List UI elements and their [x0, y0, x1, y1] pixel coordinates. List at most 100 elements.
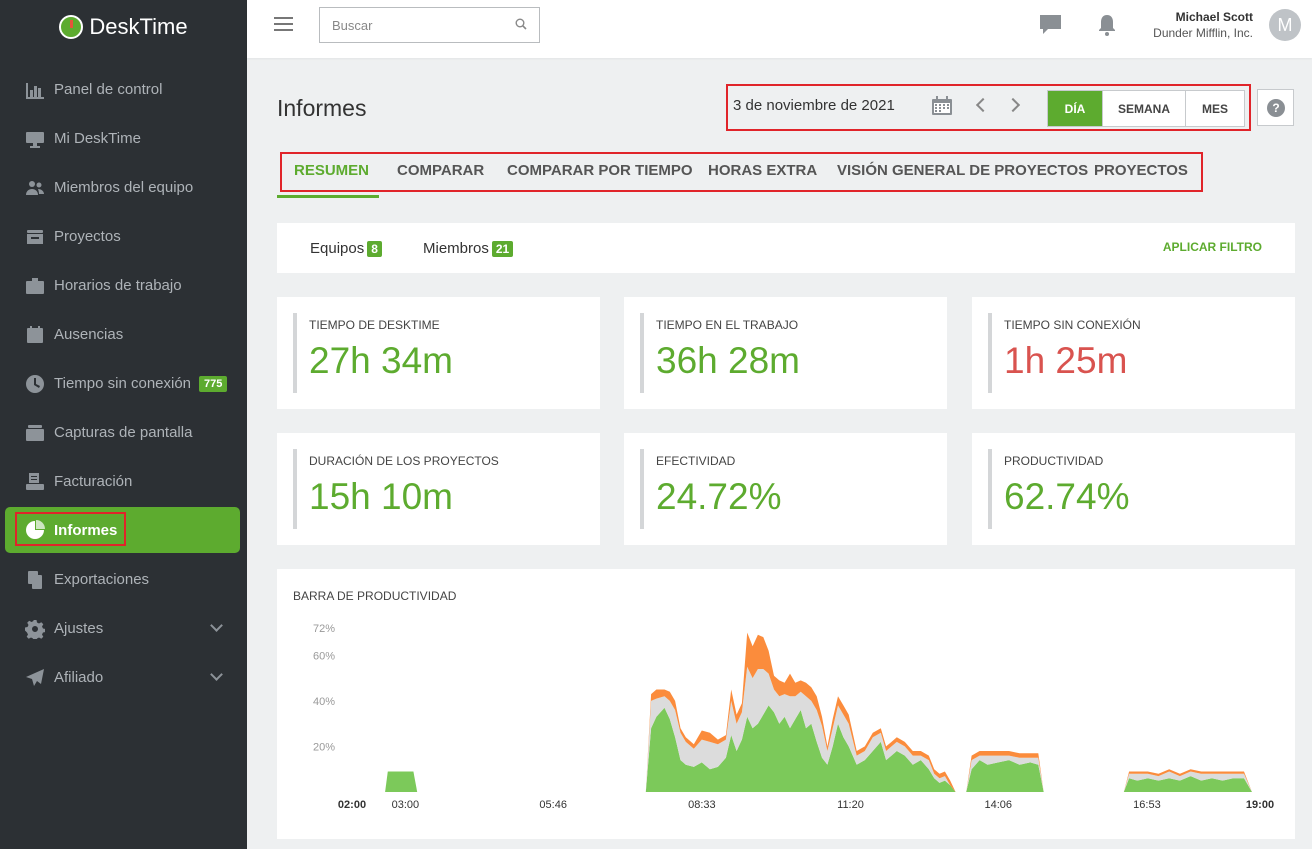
sidebar-item-afiliado[interactable]: Afiliado — [0, 653, 247, 702]
sidebar-item-exportaciones[interactable]: Exportaciones — [0, 555, 247, 604]
members-count-badge: 21 — [491, 240, 514, 257]
search-icon[interactable] — [515, 18, 527, 30]
stat-card-effectiveness: EFECTIVIDAD 24.72% — [624, 433, 947, 545]
sidebar-item-capturas-de-pantalla[interactable]: Capturas de pantalla — [0, 408, 247, 457]
page-title: Informes — [277, 95, 367, 121]
sidebar-item-label: Ajustes — [54, 620, 104, 637]
productive-area-segment-2 — [966, 760, 1044, 792]
x-tick-label: 05:46 — [539, 799, 567, 811]
apply-filter-button[interactable]: APLICAR FILTRO — [1163, 240, 1262, 254]
period-day-button[interactable]: DÍA — [1048, 91, 1102, 126]
teams-filter[interactable]: Equipos 8 — [310, 240, 382, 257]
sidebar-item-label: Mi DeskTime — [54, 130, 141, 147]
sidebar-item-panel-de-control[interactable]: Panel de control — [0, 65, 247, 114]
user-info[interactable]: Michael Scott Dunder Mifflin, Inc. — [1153, 10, 1253, 40]
chat-icon[interactable] — [1039, 14, 1062, 36]
highlight-box — [15, 512, 126, 546]
x-tick-label: 14:06 — [985, 799, 1013, 811]
stat-card-productivity: PRODUCTIVIDAD 62.74% — [972, 433, 1295, 545]
stat-value: 36h 28m — [656, 340, 800, 381]
search-box — [319, 7, 540, 43]
stat-label: EFECTIVIDAD — [656, 454, 736, 468]
stat-value: 24.72% — [656, 476, 782, 517]
tab-vision-general-de-proyectos[interactable]: VISIÓN GENERAL DE PROYECTOS — [837, 162, 1088, 179]
monitor-icon — [24, 129, 46, 149]
teams-count-badge: 8 — [367, 240, 382, 257]
calendar-icon — [24, 325, 46, 345]
productivity-chart: 72% 60% 40% 20% 02:00 03:00 05:46 08:33 11:20 14:… — [313, 623, 1274, 811]
x-tick-label: 16:53 — [1133, 799, 1161, 811]
top-bar: Michael Scott Dunder Mifflin, Inc. M — [247, 0, 1312, 58]
sidebar-item-label: Ausencias — [54, 326, 124, 343]
period-week-button[interactable]: SEMANA — [1102, 91, 1185, 126]
sidebar-item-mi-desktime[interactable]: Mi DeskTime — [0, 114, 247, 163]
search-input[interactable] — [320, 8, 500, 42]
calendar-icon[interactable] — [931, 96, 953, 116]
user-company: Dunder Mifflin, Inc. — [1153, 26, 1253, 40]
avatar[interactable]: M — [1269, 9, 1301, 41]
y-tick-label: 40% — [313, 696, 335, 708]
sidebar-item-horarios-de-trabajo[interactable]: Horarios de trabajo — [0, 261, 247, 310]
chevron-down-icon — [210, 668, 223, 681]
sidebar-item-tiempo-sin-conexion[interactable]: Tiempo sin conexión 775 — [0, 359, 247, 408]
sidebar-item-proyectos[interactable]: Proyectos — [0, 212, 247, 261]
tab-comparar[interactable]: COMPARAR — [397, 162, 484, 179]
sidebar-item-label: Proyectos — [54, 228, 121, 245]
members-filter[interactable]: Miembros 21 — [423, 240, 514, 257]
period-month-button[interactable]: MES — [1185, 91, 1244, 126]
bar-chart-icon — [24, 80, 46, 100]
inbox-icon — [24, 227, 46, 247]
productive-area-segment-0 — [385, 771, 418, 792]
y-tick-label: 20% — [313, 741, 335, 753]
x-tick-label: 02:00 — [338, 799, 366, 811]
files-icon — [24, 570, 46, 590]
paper-plane-icon — [24, 668, 46, 688]
filter-bar: Equipos 8 Miembros 21 APLICAR FILTRO — [277, 223, 1295, 273]
active-tab-indicator — [277, 195, 379, 198]
stat-value: 27h 34m — [309, 340, 453, 381]
bell-icon[interactable] — [1098, 14, 1116, 36]
menu-icon[interactable] — [274, 17, 293, 31]
sidebar-item-facturacion[interactable]: Facturación — [0, 457, 247, 506]
sidebar-item-label: Afiliado — [54, 669, 104, 686]
sidebar-item-miembros-del-equipo[interactable]: Miembros del equipo — [0, 163, 247, 212]
stat-card-project-duration: DURACIÓN DE LOS PROYECTOS 15h 10m — [277, 433, 600, 545]
help-icon: ? — [1267, 99, 1285, 117]
app-logo[interactable]: DeskTime — [0, 0, 247, 54]
stat-value: 15h 10m — [309, 476, 453, 517]
stat-card-desktime-time: TIEMPO DE DESKTIME 27h 34m — [277, 297, 600, 409]
invoice-icon — [24, 472, 46, 492]
members-label: Miembros — [423, 240, 489, 257]
tab-proyectos[interactable]: PROYECTOS — [1094, 162, 1188, 179]
user-name: Michael Scott — [1175, 10, 1253, 24]
x-tick-label: 03:00 — [392, 799, 420, 811]
tab-comparar-por-tiempo[interactable]: COMPARAR POR TIEMPO — [507, 162, 693, 179]
gear-icon — [24, 619, 46, 639]
productivity-bar-card: BARRA DE PRODUCTIVIDAD 72% 60% 40% 20% 02:00… — [277, 569, 1295, 839]
sidebar-item-label: Facturación — [54, 473, 133, 490]
date-label[interactable]: 3 de noviembre de 2021 — [733, 97, 895, 114]
stat-card-time-at-work: TIEMPO EN EL TRABAJO 36h 28m — [624, 297, 947, 409]
tab-resumen[interactable]: RESUMEN — [294, 162, 369, 179]
y-tick-label: 60% — [313, 650, 335, 662]
sidebar-item-label: Horarios de trabajo — [54, 277, 182, 294]
sidebar-item-ausencias[interactable]: Ausencias — [0, 310, 247, 359]
help-button[interactable]: ? — [1257, 89, 1294, 126]
stat-label: TIEMPO EN EL TRABAJO — [656, 318, 799, 332]
stat-value: 62.74% — [1004, 476, 1130, 517]
stat-card-offline-time: TIEMPO SIN CONEXIÓN 1h 25m — [972, 297, 1295, 409]
sidebar-nav: Panel de control Mi DeskTime Miembros de… — [0, 65, 247, 702]
offline-count-badge: 775 — [199, 375, 228, 392]
stat-value: 1h 25m — [1004, 340, 1128, 381]
folder-icon — [24, 423, 46, 443]
stat-label: TIEMPO DE DESKTIME — [309, 318, 440, 332]
sidebar-item-ajustes[interactable]: Ajustes — [0, 604, 247, 653]
sidebar-item-informes[interactable]: Informes — [5, 507, 240, 553]
x-tick-label: 11:20 — [837, 799, 864, 811]
tab-horas-extra[interactable]: HORAS EXTRA — [708, 162, 817, 179]
chevron-down-icon — [210, 619, 223, 632]
briefcase-icon — [24, 276, 46, 296]
sidebar-item-label: Miembros del equipo — [54, 179, 194, 196]
app-name: DeskTime — [89, 14, 188, 39]
sidebar: DeskTime Panel de control Mi DeskTime Mi… — [0, 0, 247, 849]
